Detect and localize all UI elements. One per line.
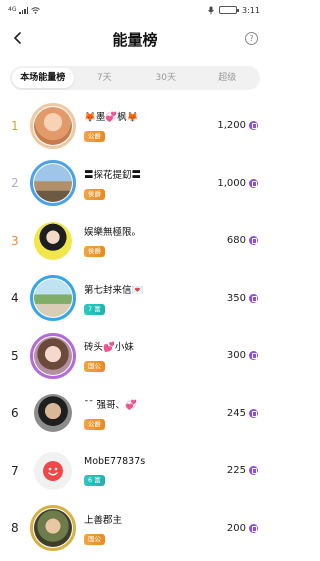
avatar[interactable] (30, 390, 76, 436)
level-badge: 公爵 (84, 131, 105, 143)
rank-number: 8 (11, 521, 19, 536)
energy-coin-icon (249, 408, 258, 418)
list-item[interactable]: 8 上善郡主 国公 200 (0, 500, 270, 558)
default-avatar-icon (43, 460, 63, 481)
energy-score: 225 (226, 465, 246, 477)
user-name: 娱樂無極限。 (84, 227, 142, 239)
energy-score: 350 (226, 292, 246, 304)
rank-number: 7 (11, 463, 19, 478)
ranking-tabs: 本场能量榜 7天 30天 超级 (10, 66, 260, 90)
microphone-icon (208, 6, 214, 14)
energy-score: 1,200 (217, 120, 246, 132)
tab-super[interactable]: 超级 (197, 68, 259, 88)
page-header: 能量榜 ? (0, 20, 270, 58)
energy-coin-icon (249, 523, 258, 533)
energy-coin-icon (249, 466, 258, 476)
rank-number: 3 (11, 233, 19, 248)
rank-number: 6 (11, 406, 19, 421)
avatar[interactable] (30, 505, 76, 552)
energy-score: 680 (226, 235, 246, 247)
user-name: MobE77837s (84, 455, 146, 467)
clock: 3:11 (242, 5, 260, 15)
avatar[interactable] (30, 160, 76, 207)
rank-number: 1 (11, 118, 19, 133)
list-item[interactable]: 1 🦊墨💞枫🦊 公爵 1,200 (0, 97, 270, 155)
list-item[interactable]: 6 ¯¯ 强哥、💞 公爵 245 (0, 385, 270, 443)
level-badge: 公爵 (84, 418, 105, 430)
user-name: 砖头💕小妹 (84, 342, 134, 354)
rank-number: 4 (11, 291, 19, 306)
energy-score: 245 (226, 407, 246, 419)
energy-coin-icon (249, 293, 258, 303)
energy-coin-icon (249, 236, 258, 246)
avatar[interactable] (30, 448, 76, 494)
energy-score: 200 (226, 522, 246, 534)
signal-icon (19, 6, 29, 14)
avatar[interactable] (30, 218, 76, 264)
battery-icon (219, 6, 240, 14)
list-item[interactable]: 7 MobE77837s 6 富 225 (0, 442, 270, 500)
back-arrow-icon[interactable] (12, 32, 24, 44)
user-name: 第七封来信💌 (84, 284, 144, 296)
status-right: 3:11 (208, 6, 260, 15)
level-badge: 国公 (84, 361, 105, 373)
tab-this-session[interactable]: 本场能量榜 (12, 68, 74, 88)
avatar[interactable] (30, 332, 76, 379)
energy-coin-icon (249, 178, 258, 188)
level-badge: 国公 (84, 533, 105, 545)
status-bar: 4G 3:11 (0, 0, 270, 20)
wealth-badge: 6 富 (84, 474, 105, 486)
energy-coin-icon (249, 121, 258, 131)
user-name: 上善郡主 (84, 514, 123, 526)
list-item[interactable]: 2 〓探花提釖〓 侯爵 1,000 (0, 155, 270, 213)
level-badge: 侯爵 (84, 246, 105, 258)
user-name: ¯¯ 强哥、💞 (84, 399, 137, 411)
rank-number: 2 (11, 176, 19, 191)
wifi-icon (31, 6, 41, 14)
energy-score: 1,000 (217, 177, 246, 189)
user-name: 🦊墨💞枫🦊 (84, 112, 139, 124)
network-type: 4G (8, 6, 17, 13)
page-title: 能量榜 (112, 30, 158, 49)
tab-30-days[interactable]: 30天 (135, 68, 197, 88)
energy-score: 300 (226, 350, 246, 362)
signal-area: 4G (8, 6, 41, 14)
rank-number: 5 (11, 348, 19, 363)
user-name: 〓探花提釖〓 (84, 169, 142, 181)
avatar[interactable] (30, 102, 76, 149)
ranking-list: 1 🦊墨💞枫🦊 公爵 1,200 2 〓探花提釖〓 侯爵 1,000 3 娱樂無… (0, 97, 270, 557)
energy-coin-icon (249, 351, 258, 361)
list-item[interactable]: 3 娱樂無極限。 侯爵 680 (0, 212, 270, 270)
avatar[interactable] (30, 275, 76, 322)
tab-7-days[interactable]: 7天 (74, 68, 136, 88)
list-item[interactable]: 5 砖头💕小妹 国公 300 (0, 327, 270, 385)
help-circle-icon[interactable]: ? (245, 32, 258, 45)
list-item[interactable]: 4 第七封来信💌 7 富 350 (0, 270, 270, 328)
wealth-badge: 7 富 (84, 303, 105, 315)
level-badge: 侯爵 (84, 188, 105, 200)
